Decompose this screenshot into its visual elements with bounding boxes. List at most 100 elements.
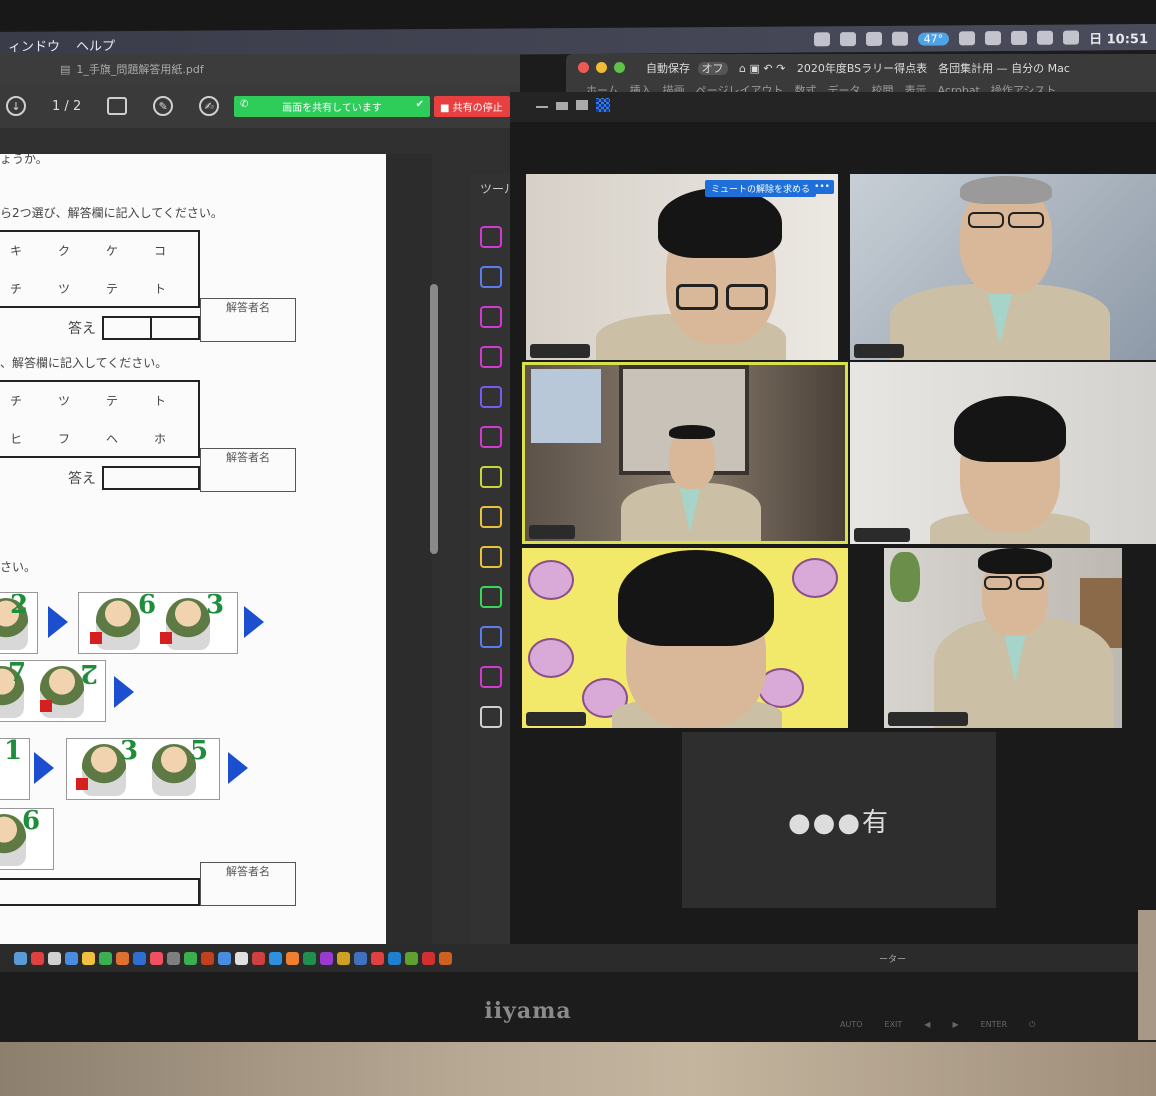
export-pdf-icon[interactable] bbox=[480, 266, 502, 288]
monitor-controls: AUTO EXIT ◀ ▶ ENTER ⏻ bbox=[840, 1020, 1035, 1030]
app-icon[interactable] bbox=[31, 951, 44, 965]
app-icon[interactable] bbox=[167, 951, 180, 965]
app-icon[interactable] bbox=[218, 951, 231, 965]
finder-icon[interactable] bbox=[14, 951, 27, 965]
sharing-status[interactable]: ✆ 画面を共有しています ✔ bbox=[234, 96, 430, 117]
monitor-right-button[interactable]: ▶ bbox=[952, 1020, 958, 1030]
no-video-tile[interactable]: ●●●有 bbox=[682, 732, 996, 908]
glasses bbox=[1008, 212, 1044, 228]
app-icon[interactable] bbox=[320, 951, 333, 965]
monitor-enter-button[interactable]: ENTER bbox=[981, 1020, 1008, 1030]
maximize-icon[interactable] bbox=[614, 62, 625, 73]
answer-box-wide[interactable] bbox=[0, 878, 200, 906]
video-tile[interactable] bbox=[884, 548, 1122, 728]
volume-icon[interactable] bbox=[1037, 30, 1054, 45]
menubar-clock[interactable]: 日 10:51 bbox=[1089, 28, 1148, 47]
app-icon[interactable] bbox=[286, 951, 299, 965]
monitor-auto-button[interactable]: AUTO bbox=[840, 1020, 863, 1030]
answerer-name-box[interactable]: 解答者名 bbox=[200, 298, 296, 342]
sign-icon[interactable]: ✍ bbox=[199, 96, 220, 116]
comment-icon[interactable] bbox=[107, 97, 128, 115]
illustrator-icon[interactable] bbox=[439, 951, 452, 965]
input-source-icon[interactable] bbox=[1063, 30, 1080, 45]
organize-pages-icon[interactable] bbox=[480, 306, 502, 328]
stop-share-button[interactable]: ■ 共有の停止 bbox=[434, 96, 510, 117]
home-icon[interactable]: ⌂ bbox=[739, 62, 746, 75]
request-signature-icon[interactable] bbox=[480, 506, 502, 528]
app-icon[interactable] bbox=[150, 951, 163, 965]
menu-help[interactable]: ヘルプ bbox=[76, 35, 115, 54]
app-icon[interactable] bbox=[303, 951, 316, 965]
acrobat-icon[interactable] bbox=[422, 951, 435, 965]
download-icon[interactable]: ↓ bbox=[6, 96, 26, 116]
create-pdf-icon[interactable] bbox=[480, 226, 502, 248]
creative-cloud-icon[interactable] bbox=[839, 32, 856, 47]
app-icon[interactable] bbox=[99, 951, 112, 965]
app-icon[interactable] bbox=[337, 951, 350, 965]
scan-ocr-icon[interactable] bbox=[480, 466, 502, 488]
minimize-icon[interactable] bbox=[596, 62, 607, 73]
monitor-exit-button[interactable]: EXIT bbox=[885, 1020, 903, 1030]
video-tile[interactable] bbox=[850, 174, 1156, 360]
app-icon[interactable] bbox=[184, 951, 197, 965]
zoom-status-icon[interactable] bbox=[813, 32, 830, 47]
minimize-icon[interactable] bbox=[536, 106, 548, 108]
compress-pdf-icon[interactable] bbox=[480, 666, 502, 688]
pdf-titlebar: ▤ 1_手旗_問題解答用紙.pdf bbox=[0, 54, 520, 84]
weather-badge[interactable]: 47° bbox=[917, 31, 950, 46]
app-icon[interactable] bbox=[201, 951, 214, 965]
ask-unmute-button[interactable]: ミュートの解除を求める bbox=[704, 180, 816, 197]
video-tile[interactable] bbox=[522, 548, 848, 728]
app-icon[interactable] bbox=[252, 951, 265, 965]
print-production-icon[interactable] bbox=[480, 586, 502, 608]
redo-icon[interactable]: ↷ bbox=[776, 62, 785, 75]
app-icon[interactable] bbox=[133, 951, 146, 965]
power-icon[interactable]: ⏻ bbox=[1029, 1020, 1035, 1030]
video-tile-active[interactable] bbox=[522, 362, 848, 544]
answerer-name-box[interactable]: 解答者名 bbox=[200, 862, 296, 906]
answerer-label: 解答者名 bbox=[226, 301, 270, 314]
app-icon[interactable] bbox=[405, 951, 418, 965]
edit-pdf-icon[interactable] bbox=[480, 346, 502, 368]
time-machine-icon[interactable] bbox=[959, 31, 976, 46]
comment-tool-icon[interactable] bbox=[480, 546, 502, 568]
choice-cell: ト bbox=[154, 282, 167, 296]
fill-sign-icon[interactable] bbox=[480, 386, 502, 408]
app-icon[interactable] bbox=[235, 951, 248, 965]
wifi-icon[interactable] bbox=[1011, 30, 1028, 45]
app-icon[interactable] bbox=[371, 951, 384, 965]
pig-background-icon bbox=[528, 638, 574, 678]
monitor-left-button[interactable]: ◀ bbox=[924, 1020, 930, 1030]
page-current[interactable]: 1 bbox=[52, 99, 60, 114]
answerer-name-box[interactable]: 解答者名 bbox=[200, 448, 296, 492]
more-options-button[interactable]: ••• bbox=[810, 180, 834, 194]
app-icon[interactable] bbox=[388, 951, 401, 965]
protect-icon[interactable] bbox=[480, 626, 502, 648]
save-icon[interactable]: ▣ bbox=[749, 62, 759, 75]
fullscreen-icon[interactable] bbox=[576, 100, 588, 110]
pdf-scrollbar[interactable] bbox=[430, 284, 438, 554]
gallery-view-icon[interactable] bbox=[596, 98, 610, 112]
restore-icon[interactable] bbox=[556, 102, 568, 110]
pen-icon[interactable]: ✎ bbox=[153, 96, 174, 116]
app-icon[interactable] bbox=[116, 951, 129, 965]
video-tile[interactable] bbox=[850, 362, 1156, 544]
more-tools-icon[interactable] bbox=[480, 706, 502, 728]
app-icon[interactable] bbox=[48, 951, 61, 965]
glasses bbox=[968, 212, 1004, 228]
app-icon[interactable] bbox=[354, 951, 367, 965]
video-tile[interactable]: ミュートの解除を求める ••• bbox=[526, 174, 838, 360]
close-icon[interactable] bbox=[578, 62, 589, 73]
combine-files-icon[interactable] bbox=[480, 426, 502, 448]
app-icon[interactable] bbox=[269, 951, 282, 965]
app-icon[interactable] bbox=[82, 951, 95, 965]
undo-icon[interactable]: ↶ bbox=[763, 62, 772, 75]
menu-window[interactable]: ィンドウ bbox=[8, 35, 60, 54]
autosave-toggle[interactable]: オフ bbox=[697, 62, 728, 75]
cloud-icon[interactable] bbox=[891, 31, 908, 46]
dropbox-icon[interactable] bbox=[865, 31, 882, 46]
answer-box[interactable] bbox=[102, 466, 200, 490]
bluetooth-icon[interactable] bbox=[985, 31, 1002, 46]
app-icon[interactable] bbox=[65, 951, 78, 965]
scout-figure bbox=[96, 598, 140, 650]
